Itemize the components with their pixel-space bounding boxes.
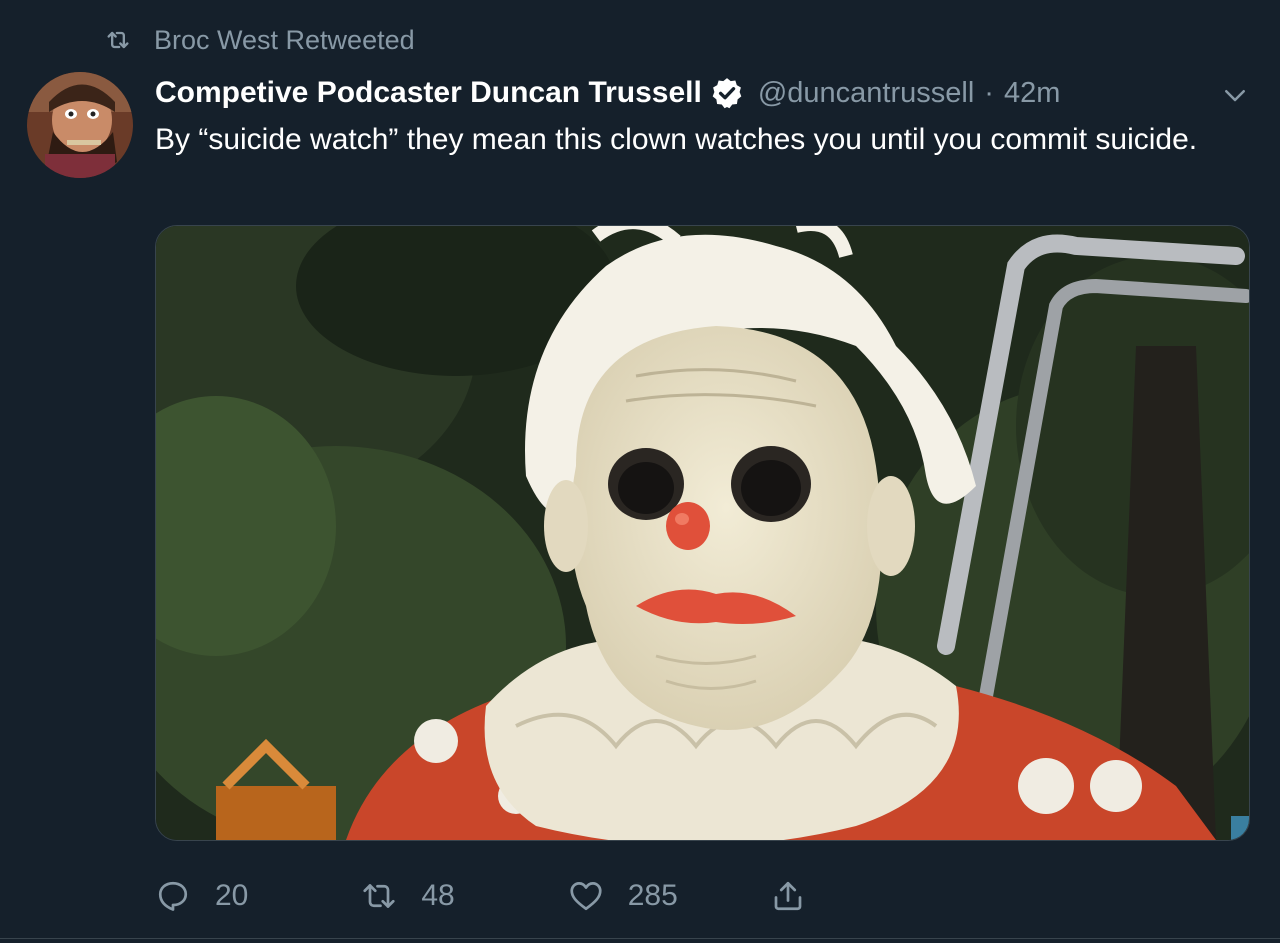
retweet-icon [107, 31, 129, 49]
chevron-down-icon[interactable] [1220, 80, 1250, 110]
tweet-media-photo[interactable] [155, 225, 1250, 841]
user-handle[interactable]: @duncantrussell [758, 77, 974, 110]
reply-count: 20 [215, 879, 249, 912]
avatar[interactable] [27, 72, 133, 178]
tweet-actions: 20 48 285 [155, 870, 806, 922]
reply-icon [158, 881, 188, 911]
share-button[interactable] [770, 878, 806, 914]
tweet-header: Competive Podcaster Duncan Trussell @dun… [155, 70, 1060, 116]
retweet-icon [363, 884, 395, 908]
share-icon [774, 881, 802, 911]
like-count: 285 [627, 879, 678, 912]
retweet-context-label: Broc West Retweeted [154, 24, 415, 55]
verified-badge-icon [712, 78, 742, 109]
heart-icon [570, 882, 602, 911]
divider [0, 938, 1280, 939]
tweet-text: By “suicide watch” they mean this clown … [155, 123, 1198, 156]
retweet-context[interactable]: Broc West Retweeted [104, 22, 415, 58]
display-name[interactable]: Competive Podcaster Duncan Trussell [155, 76, 702, 110]
reply-button[interactable]: 20 [155, 878, 248, 914]
separator-dot: · [984, 76, 994, 109]
retweet-button[interactable]: 48 [361, 878, 455, 914]
retweet-count: 48 [421, 879, 455, 912]
timestamp[interactable]: 42m [1004, 77, 1060, 110]
like-button[interactable]: 285 [568, 878, 678, 914]
